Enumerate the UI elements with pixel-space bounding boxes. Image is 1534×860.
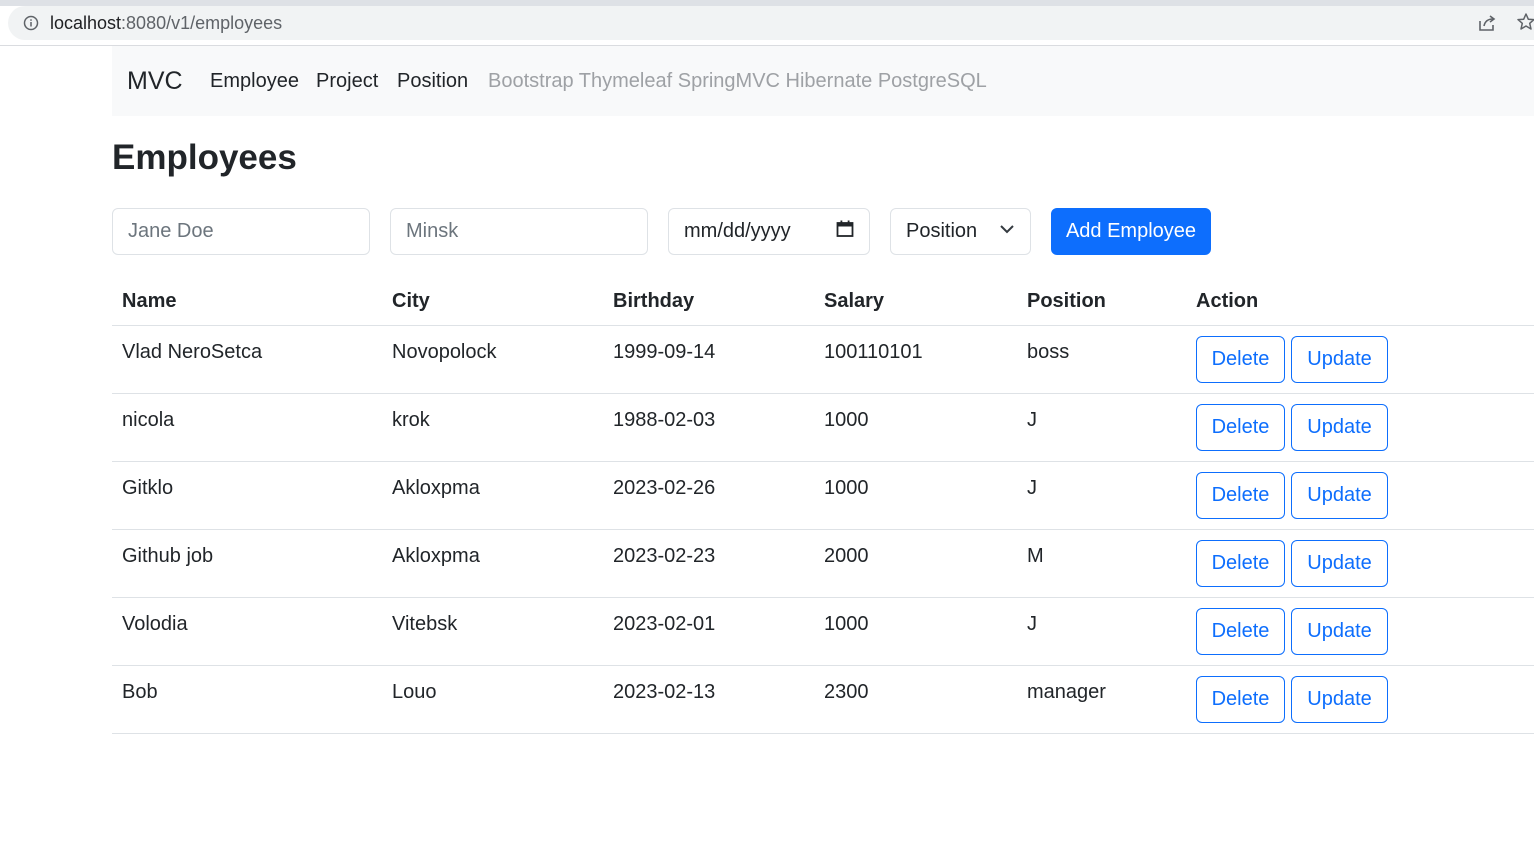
delete-button[interactable]: Delete xyxy=(1196,472,1285,519)
cell-city: krok xyxy=(392,409,430,431)
cell-salary: 1000 xyxy=(824,477,869,499)
navbar-tagline: Bootstrap Thymeleaf SpringMVC Hibernate … xyxy=(488,70,987,92)
cell-position: J xyxy=(1027,409,1037,431)
cell-name: Volodia xyxy=(122,613,188,635)
cell-birthday: 1999-09-14 xyxy=(613,341,716,363)
header-city: City xyxy=(392,290,430,312)
birthday-date-input[interactable]: mm/dd/yyyy xyxy=(668,208,870,255)
cell-position: manager xyxy=(1027,681,1106,703)
table-header-row: Name City Birthday Salary Position Actio… xyxy=(112,276,1534,326)
url-path: :8080/v1/employees xyxy=(121,13,283,33)
cell-city: Louo xyxy=(392,681,437,703)
cell-city: Akloxpma xyxy=(392,477,480,499)
update-button[interactable]: Update xyxy=(1291,608,1388,655)
delete-button[interactable]: Delete xyxy=(1196,336,1285,383)
share-icon[interactable] xyxy=(1477,13,1497,33)
cell-salary: 2300 xyxy=(824,681,869,703)
cell-name: nicola xyxy=(122,409,175,431)
cell-city: Vitebsk xyxy=(392,613,458,635)
position-select[interactable]: Position xyxy=(890,208,1031,255)
table-row: Volodia Vitebsk 2023-02-01 1000 J Delete… xyxy=(112,598,1534,666)
cell-position: boss xyxy=(1027,341,1070,363)
update-button[interactable]: Update xyxy=(1291,676,1388,723)
table-row: Bob Louo 2023-02-13 2300 manager Delete … xyxy=(112,666,1534,734)
cell-salary: 1000 xyxy=(824,613,869,635)
table-row: Vlad NeroSetca Novopolock 1999-09-14 100… xyxy=(112,326,1534,394)
cell-birthday: 2023-02-01 xyxy=(613,613,716,635)
cell-birthday: 1988-02-03 xyxy=(613,409,716,431)
update-button[interactable]: Update xyxy=(1291,472,1388,519)
delete-button[interactable]: Delete xyxy=(1196,676,1285,723)
address-text[interactable]: localhost:8080/v1/employees xyxy=(50,12,282,34)
page-title: Employees xyxy=(112,138,297,177)
cell-position: J xyxy=(1027,477,1037,499)
cell-name: Gitklo xyxy=(122,477,174,499)
cell-name: Github job xyxy=(122,545,214,567)
table-row: Gitklo Akloxpma 2023-02-26 1000 J Delete… xyxy=(112,462,1534,530)
update-button[interactable]: Update xyxy=(1291,404,1388,451)
delete-button[interactable]: Delete xyxy=(1196,608,1285,655)
position-select-value: Position xyxy=(906,220,978,242)
header-name: Name xyxy=(122,290,177,312)
add-employee-button[interactable]: Add Employee xyxy=(1051,208,1211,255)
nav-link-employee[interactable]: Employee xyxy=(210,69,299,93)
cell-city: Novopolock xyxy=(392,341,497,363)
table-row: nicola krok 1988-02-03 1000 J Delete Upd… xyxy=(112,394,1534,462)
cell-city: Akloxpma xyxy=(392,545,480,567)
table-row: Github job Akloxpma 2023-02-23 2000 M De… xyxy=(112,530,1534,598)
chevron-down-icon xyxy=(999,220,1015,243)
header-action: Action xyxy=(1196,290,1259,312)
navbar: MVC Employee Project Position Bootstrap … xyxy=(112,46,1534,116)
cell-position: M xyxy=(1027,545,1044,567)
cell-salary: 2000 xyxy=(824,545,869,567)
update-button[interactable]: Update xyxy=(1291,336,1388,383)
cell-birthday: 2023-02-23 xyxy=(613,545,716,567)
cell-salary: 100110101 xyxy=(824,341,923,363)
name-input[interactable] xyxy=(112,208,370,255)
delete-button[interactable]: Delete xyxy=(1196,404,1285,451)
update-button[interactable]: Update xyxy=(1291,540,1388,587)
nav-link-project[interactable]: Project xyxy=(316,69,378,93)
cell-position: J xyxy=(1027,613,1037,635)
cell-birthday: 2023-02-26 xyxy=(613,477,716,499)
employees-table: Name City Birthday Salary Position Actio… xyxy=(112,276,1534,734)
navbar-brand[interactable]: MVC xyxy=(127,67,183,95)
header-birthday: Birthday xyxy=(613,290,695,312)
cell-name: Bob xyxy=(122,681,158,703)
city-input[interactable] xyxy=(390,208,648,255)
calendar-icon[interactable] xyxy=(836,220,854,244)
delete-button[interactable]: Delete xyxy=(1196,540,1285,587)
header-position: Position xyxy=(1027,290,1106,312)
cell-salary: 1000 xyxy=(824,409,869,431)
site-info-icon[interactable] xyxy=(23,15,39,31)
cell-birthday: 2023-02-13 xyxy=(613,681,716,703)
header-salary: Salary xyxy=(824,290,885,312)
date-placeholder: mm/dd/yyyy xyxy=(684,220,791,242)
url-host: localhost xyxy=(50,13,122,33)
cell-name: Vlad NeroSetca xyxy=(122,341,263,363)
nav-link-position[interactable]: Position xyxy=(397,69,468,93)
bookmark-star-icon[interactable] xyxy=(1516,12,1534,32)
